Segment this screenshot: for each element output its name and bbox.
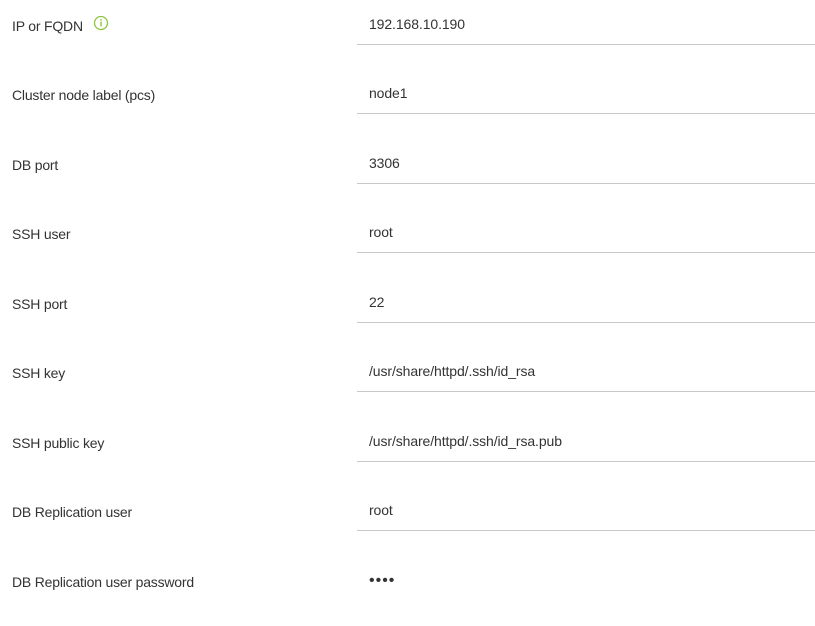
ssh-port-label: SSH port: [12, 296, 67, 312]
ssh-public-key-field: [357, 417, 815, 462]
info-circle-icon[interactable]: [93, 15, 109, 31]
ip-or-fqdn-label-text: IP or FQDN: [12, 18, 83, 34]
ssh-key-field: [357, 347, 815, 392]
ssh-port-field: [357, 278, 815, 323]
db-replication-user-input[interactable]: [369, 498, 809, 522]
form-row-db-replication-password: DB Replication user password: [0, 556, 815, 626]
cluster-node-label-input[interactable]: [369, 81, 809, 105]
ssh-user-label: SSH user: [12, 226, 71, 242]
ip-or-fqdn-field: [357, 0, 815, 45]
ssh-key-input[interactable]: [369, 359, 809, 383]
ssh-user-field: [357, 208, 815, 253]
cluster-node-label-label: Cluster node label (pcs): [12, 87, 155, 103]
ssh-public-key-label: SSH public key: [12, 435, 104, 451]
db-port-label: DB port: [12, 157, 58, 173]
form-row-cluster-node-label: Cluster node label (pcs): [0, 69, 815, 139]
db-replication-password-input[interactable]: [369, 569, 809, 593]
ssh-port-input[interactable]: [369, 290, 809, 314]
ssh-port-label-text: SSH port: [12, 296, 68, 312]
form-row-ssh-user: SSH user: [0, 208, 815, 278]
form-row-ssh-port: SSH port: [0, 278, 815, 348]
db-port-input[interactable]: [369, 151, 809, 175]
ssh-key-label: SSH key: [12, 365, 65, 381]
node-settings-form: IP or FQDN Cluster node label (pcs) DB p…: [0, 0, 815, 593]
db-replication-password-label-text: DB Replication user password: [12, 574, 194, 590]
form-row-ssh-key: SSH key: [0, 347, 815, 417]
ssh-user-input[interactable]: [369, 220, 809, 244]
form-row-db-replication-user: DB Replication user: [0, 486, 815, 556]
db-replication-user-label: DB Replication user: [12, 504, 132, 520]
db-port-field: [357, 139, 815, 184]
cluster-node-label-label-text: Cluster node label (pcs): [12, 87, 156, 103]
db-replication-password-field: [357, 556, 815, 600]
ip-or-fqdn-input[interactable]: [369, 12, 809, 36]
ssh-public-key-input[interactable]: [369, 429, 809, 453]
ip-or-fqdn-label: IP or FQDN: [12, 15, 109, 34]
cluster-node-label-field: [357, 69, 815, 114]
form-row-ip-or-fqdn: IP or FQDN: [0, 0, 815, 70]
form-row-db-port: DB port: [0, 139, 815, 209]
db-replication-user-label-text: DB Replication user: [12, 504, 132, 520]
db-replication-user-field: [357, 486, 815, 531]
db-replication-password-label: DB Replication user password: [12, 574, 194, 590]
ssh-user-label-text: SSH user: [12, 226, 71, 242]
ssh-key-label-text: SSH key: [12, 365, 66, 381]
db-port-label-text: DB port: [12, 157, 59, 173]
ssh-public-key-label-text: SSH public key: [12, 435, 105, 451]
form-row-ssh-public-key: SSH public key: [0, 417, 815, 487]
